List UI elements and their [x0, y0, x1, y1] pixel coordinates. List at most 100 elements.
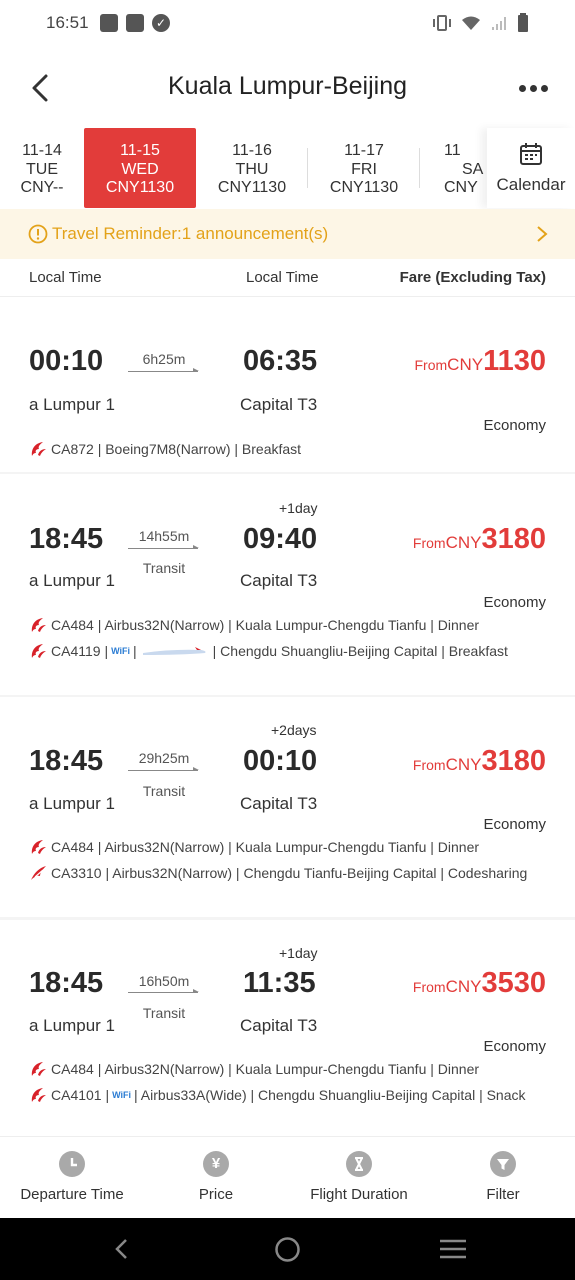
- signal-icon: [492, 17, 506, 30]
- reminder-text: Travel Reminder:1 announcement(s): [52, 224, 329, 243]
- departure-airport: a Lumpur 1: [29, 571, 115, 590]
- segment-info: CA4101 | WiFi | Airbus33A(Wide) | Chengd…: [29, 1086, 526, 1104]
- app-notification-icon: [100, 14, 118, 32]
- departure-time: 18:45: [29, 523, 104, 555]
- fare-price: FromCNY3180: [413, 745, 546, 778]
- date-tab-11-15[interactable]: 11-15 WED CNY1130: [84, 128, 196, 208]
- more-button[interactable]: [515, 74, 551, 102]
- fare-header: Fare (Excluding Tax): [399, 269, 546, 286]
- fare-amount: 1130: [483, 345, 546, 377]
- calendar-icon: [520, 143, 542, 165]
- segment-text: CA484 | Airbus32N(Narrow) | Kuala Lumpur…: [51, 839, 480, 855]
- aircraft-icon: [142, 647, 206, 655]
- check-notification-icon: ✓: [152, 14, 170, 32]
- fare-currency: CNY: [447, 355, 484, 374]
- fare-price: FromCNY3180: [413, 523, 546, 556]
- departure-time: 18:45: [29, 967, 104, 999]
- departure-airport: a Lumpur 1: [29, 395, 115, 414]
- date-selector: 11-14 TUE CNY-- 11-15 WED CNY1130 11-16 …: [0, 128, 575, 208]
- air-china-logo-icon: [31, 1062, 46, 1076]
- wifi-icon: [462, 16, 480, 30]
- departure-time: 18:45: [29, 745, 104, 777]
- segment-info: CA484 | Airbus32N(Narrow) | Kuala Lumpur…: [29, 838, 479, 856]
- filter-button[interactable]: Filter: [438, 1151, 568, 1203]
- duration-arrow: [128, 368, 199, 372]
- segment-info: CA872 | Boeing7M8(Narrow) | Breakfast: [29, 440, 301, 458]
- more-dot-icon: [540, 84, 548, 92]
- day-offset: +1day: [279, 500, 318, 516]
- date-price: CNY1130: [217, 179, 287, 196]
- travel-reminder-bar[interactable]: Travel Reminder:1 announcement(s): [0, 209, 575, 259]
- date-tab-11-16[interactable]: 11-16 THU CNY1130: [196, 128, 308, 208]
- arrival-airport: Capital T3: [240, 395, 318, 414]
- fare-price: FromCNY1130: [415, 345, 547, 378]
- duration-arrow: [128, 989, 199, 993]
- arrival-time: 00:10: [243, 745, 318, 777]
- date-price: CNY1130: [329, 179, 399, 196]
- calendar-button[interactable]: Calendar: [487, 128, 575, 208]
- date-label: 11-15: [120, 142, 160, 159]
- date-label: 11-17: [344, 142, 384, 159]
- arrival-time-header: Local Time: [246, 269, 319, 286]
- air-china-logo-icon: [31, 644, 46, 658]
- toolbar-label: Filter: [486, 1186, 520, 1203]
- wifi-icon: WiFi: [111, 646, 131, 656]
- toolbar-label: Flight Duration: [310, 1186, 408, 1203]
- segment-text: | Chengdu Shuangliu-Beijing Capital | Br…: [212, 643, 508, 659]
- fare-prefix: From: [412, 535, 446, 551]
- sort-filter-toolbar: Departure Time ¥ Price Flight Duration F…: [0, 1136, 575, 1218]
- date-tab-11-14[interactable]: 11-14 TUE CNY--: [0, 128, 90, 208]
- segment-text: CA484 | Airbus32N(Narrow) | Kuala Lumpur…: [51, 617, 480, 633]
- yen-icon: ¥: [203, 1151, 229, 1177]
- status-time: 16:51: [46, 13, 89, 32]
- flight-duration: 29h25m: [138, 750, 190, 766]
- air-china-logo-icon: [31, 442, 46, 456]
- sort-flight-duration-button[interactable]: Flight Duration: [294, 1151, 424, 1203]
- system-icons: [432, 13, 529, 33]
- day-offset: +2days: [271, 722, 317, 738]
- vibrate-icon: [433, 15, 451, 31]
- filter-icon: [490, 1151, 516, 1177]
- separator: |: [133, 643, 137, 659]
- segment-info: CA484 | Airbus32N(Narrow) | Kuala Lumpur…: [29, 616, 479, 634]
- fare-price: FromCNY3530: [413, 967, 546, 1000]
- flight-card[interactable]: +2days 18:45 29h25m Transit 00:10 FromCN…: [0, 697, 575, 917]
- flight-card[interactable]: +1day 18:45 16h50m Transit 11:35 FromCNY…: [0, 920, 575, 1132]
- fare-currency: CNY: [445, 755, 482, 774]
- arrival-time: 06:35: [243, 345, 318, 377]
- page-title: Kuala Lumpur-Beijing: [167, 72, 408, 100]
- sort-price-button[interactable]: ¥ Price: [151, 1151, 281, 1203]
- fare-amount: 3530: [481, 967, 546, 999]
- notification-icons: ✓: [100, 14, 170, 32]
- status-bar: 16:51 ✓: [0, 0, 575, 48]
- duration-arrow: [128, 767, 199, 771]
- fare-prefix: From: [414, 357, 448, 373]
- nav-home-icon[interactable]: [274, 1236, 301, 1263]
- system-navigation-bar: [0, 1218, 575, 1280]
- flight-duration: 16h50m: [138, 973, 190, 989]
- departure-airport: a Lumpur 1: [29, 1016, 115, 1035]
- sort-departure-time-button[interactable]: Departure Time: [7, 1151, 137, 1203]
- departure-time: 00:10: [29, 345, 104, 377]
- flight-card[interactable]: +1day 18:45 14h55m Transit 09:40 FromCNY…: [0, 474, 575, 695]
- flight-card[interactable]: 00:10 6h25m 06:35 FromCNY1130 a Lumpur 1…: [0, 297, 575, 472]
- segment-text: CA3310 | Airbus32N(Narrow) | Chengdu Tia…: [51, 865, 528, 881]
- sichuan-airlines-logo-icon: [31, 866, 46, 880]
- wifi-icon: WiFi: [112, 1090, 132, 1100]
- segment-text: | Airbus33A(Wide) | Chengdu Shuangliu-Be…: [134, 1087, 526, 1103]
- battery-icon: [518, 13, 528, 32]
- segment-info: CA484 | Airbus32N(Narrow) | Kuala Lumpur…: [29, 1060, 479, 1078]
- cabin-class: Economy: [483, 594, 546, 611]
- cabin-class: Economy: [483, 417, 546, 434]
- weekday-label: THU: [235, 160, 269, 178]
- arrival-airport: Capital T3: [240, 794, 318, 813]
- hourglass-icon: [346, 1151, 372, 1177]
- date-tab-11-17[interactable]: 11-17 FRI CNY1130: [308, 128, 420, 208]
- segment-text: CA484 | Airbus32N(Narrow) | Kuala Lumpur…: [51, 1061, 480, 1077]
- toolbar-label: Departure Time: [20, 1186, 124, 1203]
- nav-menu-icon[interactable]: [439, 1238, 467, 1260]
- fare-currency: CNY: [445, 533, 482, 552]
- segment-flight: CA4101 |: [51, 1087, 110, 1103]
- transit-label: Transit: [142, 1005, 186, 1021]
- nav-back-icon[interactable]: [110, 1237, 134, 1261]
